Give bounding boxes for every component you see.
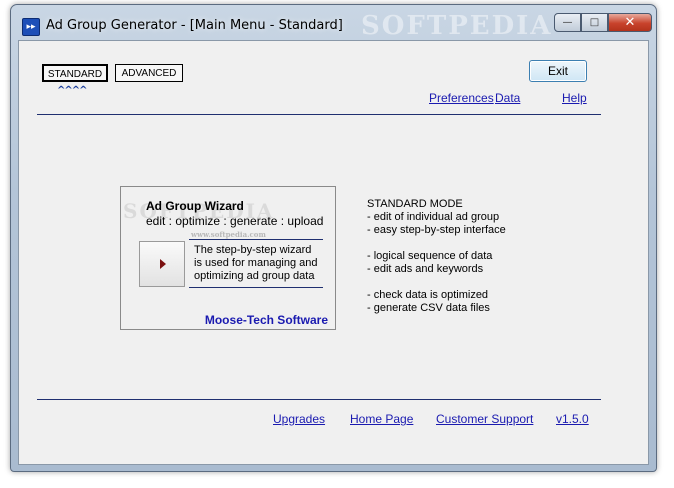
start-wizard-button[interactable] (139, 241, 185, 287)
bottom-divider (37, 399, 601, 400)
top-divider (37, 114, 601, 115)
wizard-lower-rule (189, 287, 323, 288)
ad-group-wizard-panel: SOFTPEDIA Ad Group Wizard edit : optimiz… (120, 186, 336, 330)
wizard-description: The step-by-step wizard is used for mana… (194, 244, 318, 283)
customer-support-link[interactable]: Customer Support (436, 412, 533, 426)
mode-feature: - easy step-by-step interface (367, 224, 506, 236)
title-bar[interactable]: ▸▸ Ad Group Generator - [Main Menu - Sta… (11, 5, 656, 45)
mode-feature: - logical sequence of data (367, 250, 493, 262)
mode-feature: - edit ads and keywords (367, 263, 484, 275)
softpedia-watermark: SOFTPEDIA (361, 11, 553, 41)
home-page-link[interactable]: Home Page (350, 412, 413, 426)
data-link[interactable]: Data (495, 91, 520, 105)
window-title: Ad Group Generator - [Main Menu - Standa… (46, 18, 343, 33)
wizard-description-line: optimizing ad group data (194, 270, 315, 282)
app-icon: ▸▸ (22, 18, 40, 36)
mode-feature: - generate CSV data files (367, 302, 490, 314)
wizard-title: Ad Group Wizard (146, 199, 244, 213)
tab-standard[interactable]: STANDARD (42, 64, 108, 82)
app-window: ▸▸ Ad Group Generator - [Main Menu - Sta… (10, 4, 657, 472)
wizard-description-line: is used for managing and (194, 257, 318, 269)
version-link[interactable]: v1.5.0 (556, 412, 589, 426)
mode-feature: - edit of individual ad group (367, 211, 500, 223)
maximize-button[interactable]: □ (581, 13, 608, 32)
selected-tab-marker: ^^^^ (57, 85, 87, 96)
minimize-button[interactable]: — (554, 13, 581, 32)
wizard-upper-rule (189, 239, 323, 240)
exit-button[interactable]: Exit (529, 60, 587, 82)
main-menu-panel: STANDARD ADVANCED ^^^^ Exit Preferences … (18, 40, 649, 465)
wizard-description-line: The step-by-step wizard (194, 244, 312, 256)
help-link[interactable]: Help (562, 91, 587, 105)
mode-feature: - check data is optimized (367, 289, 489, 301)
play-icon (160, 259, 166, 269)
close-button[interactable]: ✕ (608, 13, 652, 32)
softpedia-url-watermark: www.softpedia.com (191, 230, 266, 239)
mode-heading: STANDARD MODE (367, 198, 463, 210)
upgrades-link[interactable]: Upgrades (273, 412, 325, 426)
wizard-subtitle: edit : optimize : generate : upload (146, 214, 324, 228)
tab-advanced[interactable]: ADVANCED (115, 64, 183, 82)
brand-label: Moose-Tech Software (204, 313, 328, 327)
preferences-link[interactable]: Preferences (429, 91, 494, 105)
